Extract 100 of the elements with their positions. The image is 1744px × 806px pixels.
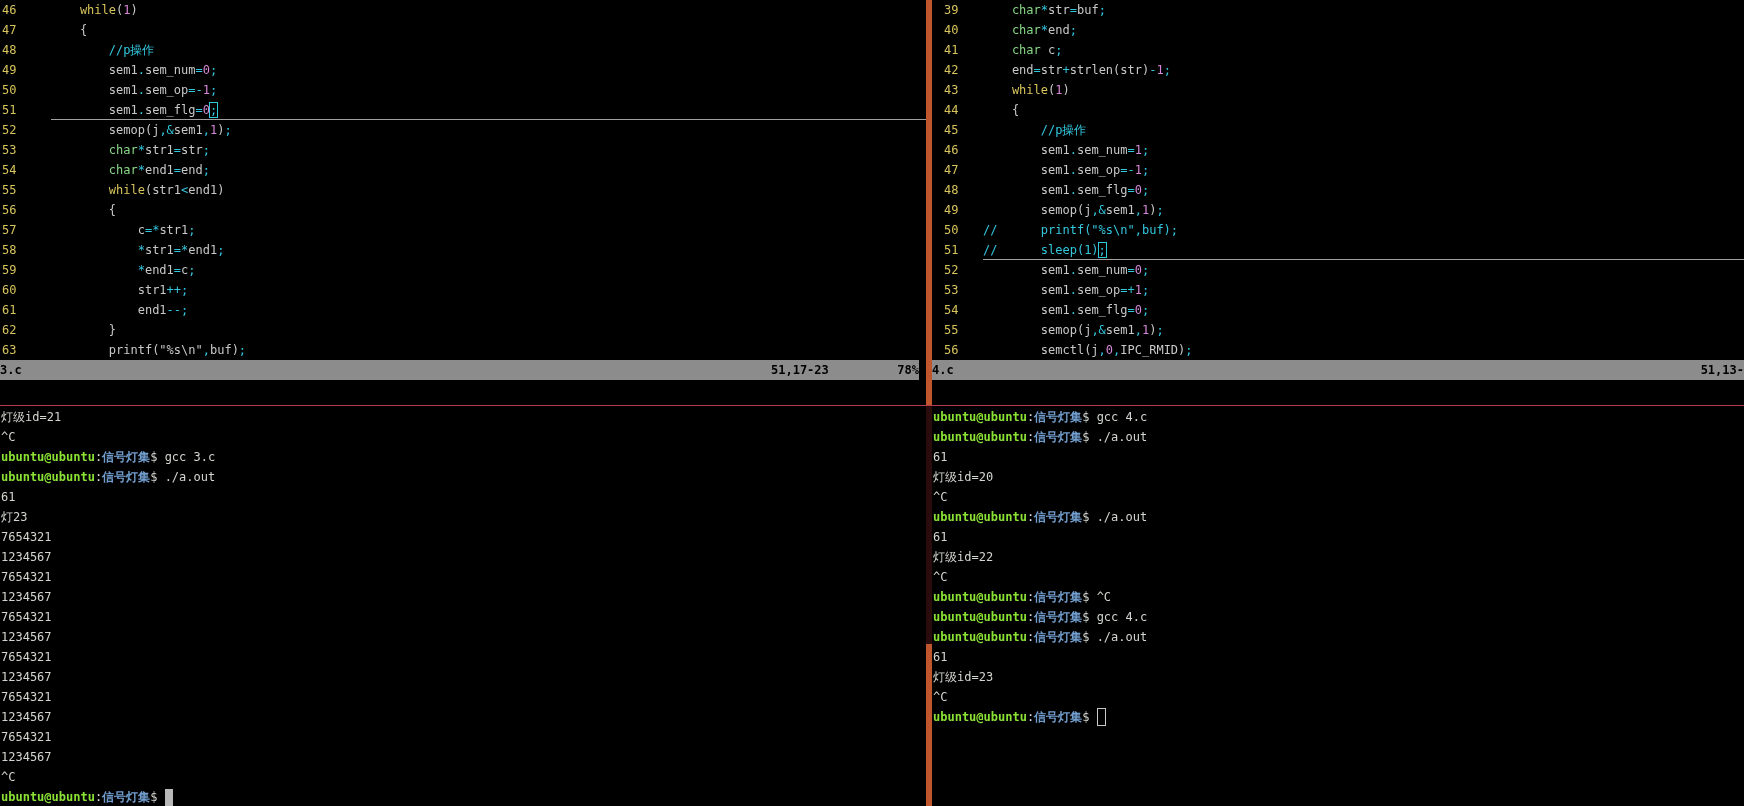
line-number: 60 xyxy=(1,282,18,299)
code-line: sem1.sem_op=-1; xyxy=(1039,162,1151,179)
prompt-line: ubuntu@ubuntu:信号灯集$ ./a.out xyxy=(933,509,1148,526)
line-number: 47 xyxy=(943,162,960,179)
code-line: sem1.sem_num=0; xyxy=(107,62,219,79)
code-line: char*end1=end; xyxy=(107,162,211,179)
code-line: while(1) xyxy=(78,2,139,19)
code-line: end=str+strlen(str)-1; xyxy=(1010,62,1172,79)
output-line: 1234567 xyxy=(1,749,52,766)
file-name: 3.c xyxy=(0,362,23,379)
line-number: 61 xyxy=(1,302,18,319)
code-line: semop(j,&sem1,1); xyxy=(107,122,233,139)
line-number: 55 xyxy=(943,322,960,339)
code-line: str1++; xyxy=(136,282,190,299)
output-line: 61 xyxy=(933,529,948,546)
code-line: sem1.sem_num=1; xyxy=(1039,142,1151,159)
output-line: 7654321 xyxy=(1,609,52,626)
line-number: 46 xyxy=(1,2,18,19)
line-number: 42 xyxy=(943,62,960,79)
line-number: 48 xyxy=(1,42,18,59)
line-number: 51 xyxy=(943,242,960,259)
code-line: char*str1=str; xyxy=(107,142,211,159)
output-line: 灯级id=20 xyxy=(933,469,994,486)
line-number: 62 xyxy=(1,322,18,339)
prompt-line: ubuntu@ubuntu:信号灯集$ ^C xyxy=(933,589,1112,606)
code-line: } xyxy=(107,322,118,339)
line-number: 39 xyxy=(943,2,960,19)
line-number: 45 xyxy=(943,122,960,139)
line-number: 43 xyxy=(943,82,960,99)
line-number: 63 xyxy=(1,342,18,359)
output-line: 7654321 xyxy=(1,729,52,746)
line-number: 47 xyxy=(1,22,18,39)
line-number: 50 xyxy=(943,222,960,239)
code-line: char*str=buf; xyxy=(1010,2,1107,19)
output-line: ^C xyxy=(933,689,948,706)
prompt-line: ubuntu@ubuntu:信号灯集$ ./a.out xyxy=(933,429,1148,446)
output-line: 7654321 xyxy=(1,569,52,586)
line-number: 58 xyxy=(1,242,18,259)
code-line: char*end; xyxy=(1010,22,1078,39)
prompt-line: ubuntu@ubuntu:信号灯集$ ./a.out xyxy=(933,629,1148,646)
line-number: 57 xyxy=(1,222,18,239)
code-line: //p操作 xyxy=(1039,122,1088,139)
line-number: 53 xyxy=(943,282,960,299)
code-line: sem1.sem_flg=0; xyxy=(1039,302,1151,319)
code-line: semop(j,&sem1,1); xyxy=(1039,322,1165,339)
code-line: // sleep(1); xyxy=(983,240,1744,260)
code-line: // printf("%s\n",buf); xyxy=(983,222,1180,239)
prompt-line: ubuntu@ubuntu:信号灯集$ gcc 3.c xyxy=(1,449,216,466)
cursor-position: 51,17-23 xyxy=(771,362,830,379)
code-line: //p操作 xyxy=(107,42,156,59)
code-line: c=*str1; xyxy=(136,222,197,239)
line-number: 40 xyxy=(943,22,960,39)
code-line: sem1.sem_num=0; xyxy=(1039,262,1151,279)
prompt-line: ubuntu@ubuntu:信号灯集$ gcc 4.c xyxy=(933,609,1148,626)
code-line: while(1) xyxy=(1010,82,1071,99)
code-line: *end1=c; xyxy=(136,262,197,279)
code-line: while(str1<end1) xyxy=(107,182,226,199)
code-line: end1--; xyxy=(136,302,190,319)
code-line: { xyxy=(1010,102,1021,119)
line-number: 49 xyxy=(1,62,18,79)
code-line: { xyxy=(78,22,89,39)
line-number: 55 xyxy=(1,182,18,199)
code-line: sem1.sem_op=+1; xyxy=(1039,282,1151,299)
prompt-line: ubuntu@ubuntu:信号灯集$ ./a.out xyxy=(1,469,216,486)
cursor-position: 51,13- xyxy=(1700,362,1744,379)
line-number: 41 xyxy=(943,42,960,59)
output-line: 61 xyxy=(933,649,948,666)
prompt-line: ubuntu@ubuntu:信号灯集$ xyxy=(1,789,159,806)
file-name: 4.c xyxy=(932,362,955,379)
code-line: { xyxy=(107,202,118,219)
line-number: 46 xyxy=(943,142,960,159)
prompt-line: ubuntu@ubuntu:信号灯集$ gcc 4.c xyxy=(933,409,1148,426)
line-number: 51 xyxy=(1,102,18,119)
prompt-line: ubuntu@ubuntu:信号灯集$ xyxy=(933,709,1091,726)
output-line: ^C xyxy=(1,429,16,446)
output-line: ^C xyxy=(933,569,948,586)
output-line: ^C xyxy=(933,489,948,506)
code-line: printf("%s\n",buf); xyxy=(107,342,248,359)
line-number: 56 xyxy=(943,342,960,359)
output-line: 61 xyxy=(1,489,16,506)
output-line: 7654321 xyxy=(1,649,52,666)
line-number: 53 xyxy=(1,142,18,159)
line-number: 44 xyxy=(943,102,960,119)
output-line: 1234567 xyxy=(1,669,52,686)
line-number: 50 xyxy=(1,82,18,99)
output-line: ^C xyxy=(1,769,16,786)
output-line: 1234567 xyxy=(1,629,52,646)
output-line: 1234567 xyxy=(1,589,52,606)
output-line: 灯级id=22 xyxy=(933,549,994,566)
line-number: 54 xyxy=(943,302,960,319)
line-number: 52 xyxy=(1,122,18,139)
line-number: 59 xyxy=(1,262,18,279)
output-line: 灯级id=23 xyxy=(933,669,994,686)
output-line: 7654321 xyxy=(1,529,52,546)
code-line: sem1.sem_flg=0; xyxy=(51,100,926,120)
output-line: 1234567 xyxy=(1,549,52,566)
code-line: semop(j,&sem1,1); xyxy=(1039,202,1165,219)
code-line: sem1.sem_op=-1; xyxy=(107,82,219,99)
code-line: sem1.sem_flg=0; xyxy=(1039,182,1151,199)
output-line: 7654321 xyxy=(1,689,52,706)
